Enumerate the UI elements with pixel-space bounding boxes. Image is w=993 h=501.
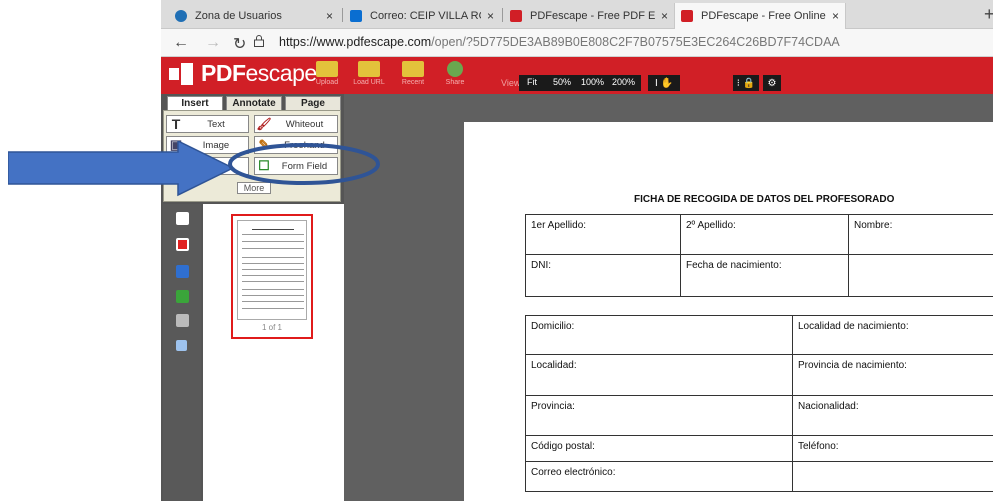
tab-annotate[interactable]: Annotate — [226, 96, 282, 111]
refresh-icon[interactable]: ↻ — [233, 34, 246, 54]
site-favicon-icon — [175, 10, 187, 22]
whiteout-brush-icon: 🖌 — [256, 117, 272, 131]
correo-electronico-cell: Correo electrónico: — [526, 462, 793, 491]
load-url-label: Load URL — [353, 79, 385, 86]
pdfescape-header: PDFescape Upload Load URL Recent Share V… — [161, 57, 993, 94]
provincia-cell: Provincia: — [526, 396, 793, 436]
fecha-nacimiento-cell: Fecha de nacimiento: — [681, 255, 849, 296]
close-tab-icon[interactable]: × — [661, 9, 668, 23]
tab-title: PDFescape - Free Online PDF Ed — [701, 10, 826, 22]
browser-tab-pdfescape-active[interactable]: PDFescape - Free Online PDF Ed × — [674, 3, 846, 29]
tab-divider — [502, 8, 503, 22]
pdfescape-favicon-icon — [681, 10, 693, 22]
url-host: https://www.pdfescape.com — [279, 35, 432, 49]
name-form-table: 1er Apellido: 2º Apellido: Nombre: DNI: … — [525, 214, 993, 297]
lock-icon — [253, 34, 265, 50]
zoom-fit-button[interactable]: Fit — [527, 77, 537, 87]
forward-arrow-icon[interactable]: → — [205, 34, 221, 52]
apellido2-cell: 2º Apellido: — [681, 215, 849, 255]
recent-button[interactable]: Recent — [391, 61, 435, 86]
text-t-icon: T — [171, 116, 181, 132]
codigo-postal-cell: Código postal: — [526, 436, 793, 462]
outlook-favicon-icon — [350, 10, 362, 22]
page-thumbnail[interactable]: 1 of 1 — [231, 214, 313, 339]
tool-tabs: Insert Annotate Page — [163, 96, 341, 111]
address-form-table: Domicilio: Localidad de nacimiento: Loca… — [525, 315, 993, 492]
dni-cell: DNI: — [526, 255, 681, 296]
url-path: /open/?5D775DE3AB89B0E808C2F7B07575E3EC2… — [431, 35, 840, 49]
zoom-200-button[interactable]: 200% — [612, 77, 635, 87]
domicilio-cell: Domicilio: — [526, 316, 793, 355]
new-tab-button[interactable]: + — [984, 4, 993, 25]
nombre-cell: Nombre: — [849, 215, 993, 255]
upload-label: Upload — [315, 79, 339, 86]
download-icon[interactable] — [176, 290, 189, 303]
recent-label: Recent — [401, 79, 425, 86]
highlight-ellipse-annotation — [228, 143, 380, 185]
cursor-tools[interactable]: I ✋ — [648, 75, 680, 91]
browser-tab-correo[interactable]: Correo: CEIP VILLA ROMANA - C × — [344, 3, 500, 29]
localidad-cell: Localidad: — [526, 355, 793, 396]
whiteout-tool-button[interactable]: 🖌 Whiteout — [254, 115, 338, 133]
close-tab-icon[interactable]: × — [487, 9, 494, 23]
url-field[interactable]: https://www.pdfescape.com/open/?5D775DE3… — [279, 35, 840, 49]
print-icon[interactable] — [176, 314, 189, 327]
browser-tab-bar: Zona de Usuarios × Correo: CEIP VILLA RO… — [161, 0, 993, 29]
tab-title: Correo: CEIP VILLA ROMANA - C — [370, 10, 481, 22]
logo-bold-text: PDF — [201, 60, 246, 86]
pages-icon[interactable] — [176, 212, 189, 225]
pdf-document-icon[interactable] — [176, 238, 189, 251]
document-title: FICHA DE RECOGIDA DE DATOS DEL PROFESORA… — [634, 194, 895, 205]
provincia-nacimiento-cell: Provincia de nacimiento: — [793, 355, 993, 396]
text-tool-button[interactable]: T Text — [166, 115, 249, 133]
pdfescape-logo[interactable]: PDFescape — [169, 60, 317, 87]
share-button[interactable]: Share — [433, 61, 477, 86]
pdfescape-logo-icon — [169, 62, 195, 85]
address-bar: ← → ↻ https://www.pdfescape.com/open/?5D… — [161, 29, 993, 57]
tab-insert[interactable]: Insert — [167, 96, 223, 111]
view-label: View — [501, 78, 521, 88]
tab-title: Zona de Usuarios — [195, 10, 282, 22]
folder-url-icon — [358, 61, 380, 77]
folder-recent-icon — [402, 61, 424, 77]
telefono-cell: Teléfono: — [793, 436, 993, 462]
tool-label: Whiteout — [285, 118, 324, 130]
apellido1-cell: 1er Apellido: — [526, 215, 681, 255]
zoom-50-button[interactable]: 50% — [553, 77, 571, 87]
close-tab-icon[interactable]: × — [832, 9, 839, 23]
page-count: 1 of 1 — [261, 323, 282, 332]
zoom-controls: Fit 50% 100% 200% — [519, 75, 641, 91]
thumbnail-panel: 1 of 1 — [203, 204, 344, 501]
close-tab-icon[interactable]: × — [326, 9, 333, 23]
properties-icon[interactable] — [176, 340, 187, 351]
share-users-icon — [447, 61, 463, 77]
pdfescape-favicon-icon — [510, 10, 522, 22]
browser-tab-pdfescape-1[interactable]: PDFescape - Free PDF Editor & F × — [504, 3, 674, 29]
tab-divider — [342, 8, 343, 22]
save-icon[interactable] — [176, 265, 189, 278]
browser-tab-zona-usuarios[interactable]: Zona de Usuarios × — [169, 3, 339, 29]
load-url-button[interactable]: Load URL — [347, 61, 391, 86]
tab-page[interactable]: Page — [285, 96, 341, 111]
page-sidebar — [163, 204, 201, 501]
zoom-100-button[interactable]: 100% — [581, 77, 604, 87]
folder-upload-icon — [316, 61, 338, 77]
nacionalidad-cell: Nacionalidad: — [793, 396, 993, 436]
upload-button[interactable]: Upload — [305, 61, 349, 86]
settings-gear-icon[interactable]: ⚙ — [763, 75, 781, 91]
page-thumbnail-image — [237, 220, 307, 320]
localidad-nacimiento-cell: Localidad de nacimiento: — [793, 316, 993, 355]
back-arrow-icon[interactable]: ← — [173, 34, 189, 52]
empty-cell — [793, 462, 993, 491]
tab-title: PDFescape - Free PDF Editor & F — [530, 10, 655, 22]
page-lock-tools[interactable]: ⁝ 🔒 — [733, 75, 759, 91]
empty-cell — [849, 255, 993, 296]
blue-arrow-annotation — [8, 141, 235, 197]
tool-label: Text — [207, 118, 225, 130]
share-label: Share — [445, 79, 465, 86]
